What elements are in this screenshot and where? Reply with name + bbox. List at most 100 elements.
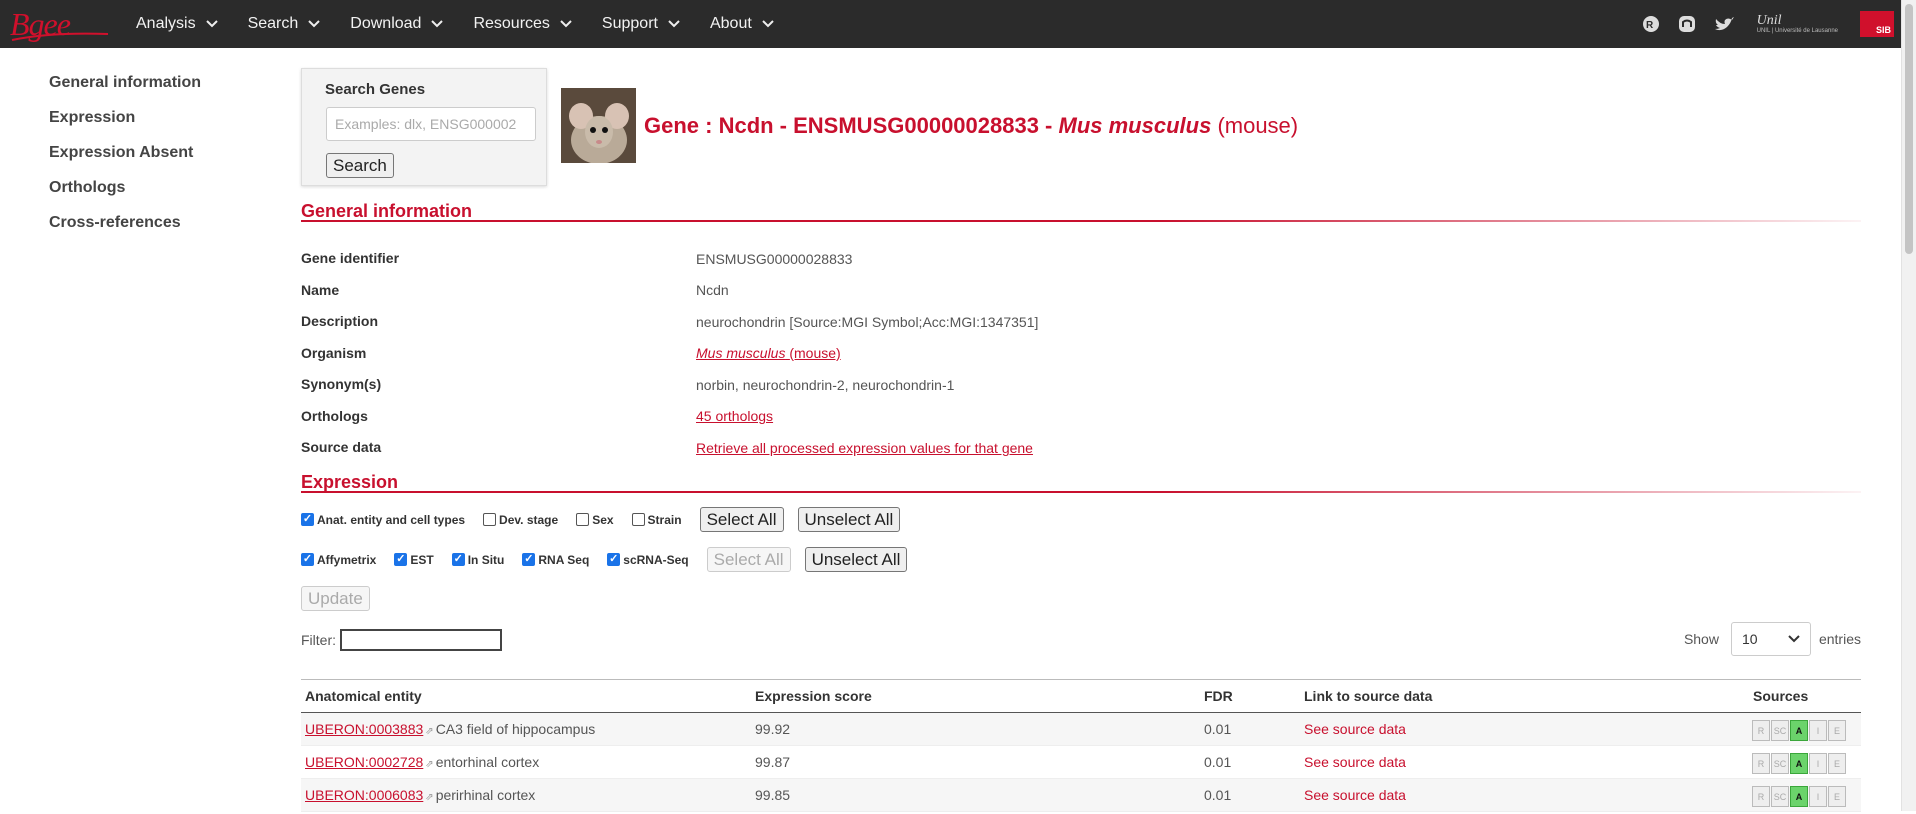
select-all-datatypes-button[interactable]: Select All <box>706 547 791 572</box>
source-badge-e[interactable]: E <box>1828 753 1846 774</box>
nav-about[interactable]: About <box>710 15 774 33</box>
sidenav-expression[interactable]: Expression <box>49 109 201 126</box>
source-badge-i[interactable]: I <box>1809 753 1827 774</box>
twitter-icon[interactable] <box>1713 15 1735 33</box>
organism-link[interactable]: Mus musculus (mouse) <box>696 345 841 361</box>
col-source-link[interactable]: Link to source data <box>1304 680 1432 712</box>
checkbox-strain[interactable]: Strain <box>631 513 682 527</box>
col-expression-score[interactable]: Expression score <box>755 680 872 712</box>
datatype-filters: Affymetrix EST In Situ RNA Seq scRNA-Seq… <box>301 547 921 572</box>
checkbox-in-situ[interactable]: In Situ <box>451 553 504 567</box>
external-link-icon[interactable]: ⇗ <box>425 726 433 737</box>
source-badge-sc[interactable]: SC <box>1771 786 1789 807</box>
source-badge-sc[interactable]: SC <box>1771 753 1789 774</box>
nav-analysis[interactable]: Analysis <box>136 15 218 33</box>
scrollbar-thumb[interactable] <box>1905 4 1913 254</box>
sidenav-expression-absent[interactable]: Expression Absent <box>49 144 201 161</box>
checkbox-box[interactable] <box>301 553 314 566</box>
checkbox-sex[interactable]: Sex <box>576 513 614 527</box>
checkbox-box[interactable] <box>394 553 408 566</box>
anat-entity-name: entorhinal cortex <box>435 754 540 770</box>
nav-download[interactable]: Download <box>350 15 444 33</box>
chevron-down-icon <box>1788 635 1800 643</box>
checkbox-box[interactable] <box>522 553 536 566</box>
col-sources[interactable]: Sources <box>1753 680 1808 712</box>
source-badge-r[interactable]: R <box>1752 786 1770 807</box>
label-source-data: Source data <box>301 439 382 455</box>
entries-select[interactable]: 10 <box>1730 622 1811 656</box>
table-header: Anatomical entity Expression score FDR L… <box>301 679 1861 713</box>
sib-logo[interactable]: SIB <box>1860 11 1894 37</box>
search-genes-input[interactable] <box>326 107 536 141</box>
search-button[interactable]: Search <box>326 153 394 178</box>
value-orthologs: 45 orthologs <box>696 408 773 424</box>
filter-label: Filter: <box>301 632 336 648</box>
external-link-icon[interactable]: ⇗ <box>425 792 433 803</box>
select-all-conditions-button[interactable]: Select All <box>699 507 784 532</box>
checkbox-box[interactable] <box>451 553 465 566</box>
source-badge-sc[interactable]: SC <box>1771 720 1789 741</box>
source-badge-r[interactable]: R <box>1752 720 1770 741</box>
source-badge-a[interactable]: A <box>1790 786 1808 807</box>
expression-score: 99.92 <box>755 721 791 737</box>
checkbox-box[interactable] <box>483 513 497 526</box>
research-gate-icon[interactable]: R <box>1641 14 1661 34</box>
social-links: R Unil UNIL | Université de Lausanne SIB <box>1625 0 1916 48</box>
checkbox-box[interactable] <box>607 553 621 566</box>
label-orthologs: Orthologs <box>301 408 368 424</box>
sidenav-orthologs[interactable]: Orthologs <box>49 179 201 196</box>
see-source-data-link[interactable]: See source data <box>1304 721 1406 737</box>
sidenav-general-information[interactable]: General information <box>49 74 201 91</box>
unil-logo[interactable]: Unil UNIL | Université de Lausanne <box>1757 14 1838 35</box>
nav-support[interactable]: Support <box>602 15 680 33</box>
uberon-id-link[interactable]: UBERON:0003883 <box>305 721 423 737</box>
source-badge-r[interactable]: R <box>1752 753 1770 774</box>
show-label: Show <box>1683 631 1719 647</box>
source-badge-a[interactable]: A <box>1790 753 1808 774</box>
unselect-all-datatypes-button[interactable]: Unselect All <box>804 547 908 572</box>
checkbox-box[interactable] <box>576 513 590 526</box>
logo-swoosh-icon <box>11 32 109 41</box>
source-badge-e[interactable]: E <box>1828 786 1846 807</box>
retrieve-expression-link[interactable]: Retrieve all processed expression values… <box>696 440 1033 456</box>
source-badge-e[interactable]: E <box>1828 720 1846 741</box>
update-button[interactable]: Update <box>301 586 370 611</box>
see-source-data-link[interactable]: See source data <box>1304 787 1406 803</box>
chevron-down-icon <box>205 20 218 28</box>
uberon-id-link[interactable]: UBERON:0006083 <box>305 787 423 803</box>
unselect-all-conditions-button[interactable]: Unselect All <box>797 507 901 532</box>
table-row: UBERON:0006083 ⇗ perirhinal cortex 99.85 0… <box>301 779 1861 812</box>
chevron-down-icon <box>560 20 572 28</box>
expression-score: 99.85 <box>755 787 791 803</box>
external-link-icon[interactable]: ⇗ <box>425 759 433 770</box>
table-filter: Filter: <box>301 629 502 651</box>
nav-search[interactable]: Search <box>248 15 321 33</box>
col-anatomical-entity[interactable]: Anatomical entity <box>305 680 422 712</box>
label-synonyms: Synonym(s) <box>301 376 382 392</box>
checkbox-est[interactable]: EST <box>394 553 434 567</box>
anat-entity-name: CA3 field of hippocampus <box>435 721 596 737</box>
checkbox-dev-stage[interactable]: Dev. stage <box>483 513 558 527</box>
checkbox-box[interactable] <box>301 513 314 526</box>
col-fdr[interactable]: FDR <box>1204 680 1233 712</box>
see-source-data-link[interactable]: See source data <box>1304 754 1406 770</box>
page-scrollbar[interactable] <box>1901 0 1916 811</box>
sidenav-cross-references[interactable]: Cross-references <box>49 214 201 231</box>
mastodon-icon[interactable] <box>1677 14 1697 34</box>
label-name: Name <box>301 282 340 298</box>
nav-resources[interactable]: Resources <box>473 15 572 33</box>
source-badge-i[interactable]: I <box>1809 720 1827 741</box>
expression-heading: Expression <box>301 472 399 492</box>
filter-input[interactable] <box>340 629 502 651</box>
source-badges: R SC A I E <box>1752 786 1847 807</box>
checkbox-affymetrix[interactable]: Affymetrix <box>301 553 376 567</box>
checkbox-box[interactable] <box>631 513 645 526</box>
checkbox-scrna-seq[interactable]: scRNA-Seq <box>607 553 689 567</box>
source-badge-i[interactable]: I <box>1809 786 1827 807</box>
anat-entity-name: perirhinal cortex <box>435 787 536 803</box>
orthologs-link[interactable]: 45 orthologs <box>696 408 773 424</box>
uberon-id-link[interactable]: UBERON:0002728 <box>305 754 423 770</box>
source-badge-a[interactable]: A <box>1790 720 1808 741</box>
checkbox-rna-seq[interactable]: RNA Seq <box>522 553 589 567</box>
checkbox-anat-entity[interactable]: Anat. entity and cell types <box>301 513 465 527</box>
